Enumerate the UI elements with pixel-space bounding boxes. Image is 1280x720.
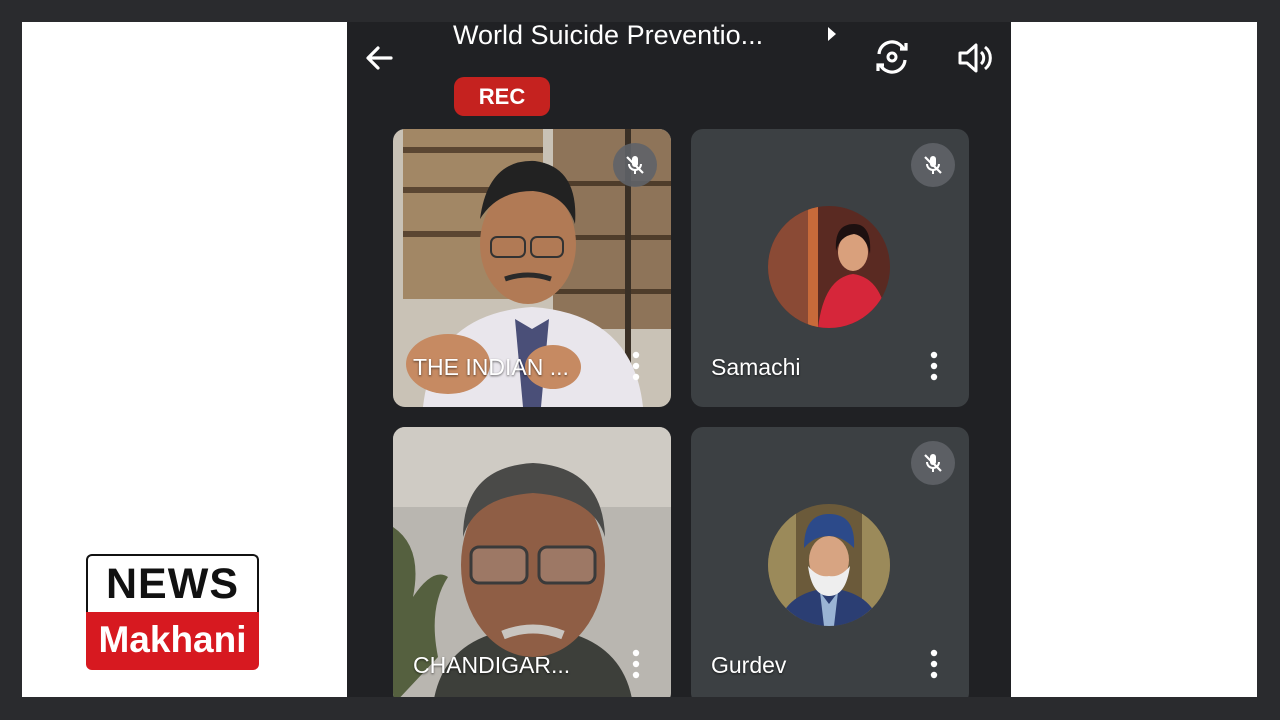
avatar bbox=[768, 206, 890, 328]
right-white-margin bbox=[1011, 22, 1257, 697]
participant-tile-1[interactable]: THE INDIAN ... bbox=[393, 129, 671, 407]
avatar bbox=[768, 504, 890, 626]
mic-off-icon bbox=[924, 454, 942, 472]
mic-off-indicator bbox=[613, 143, 657, 187]
mic-off-icon bbox=[924, 156, 942, 174]
participant-tile-4[interactable]: Gurdev bbox=[691, 427, 969, 697]
meeting-title[interactable]: World Suicide Preventio... bbox=[453, 22, 813, 49]
more-vert-icon[interactable] bbox=[629, 647, 643, 681]
recording-badge: REC bbox=[454, 77, 550, 116]
logo-line-2: Makhani bbox=[86, 612, 259, 670]
news-makhani-logo: NEWS Makhani bbox=[86, 554, 259, 670]
more-vert-icon[interactable] bbox=[927, 349, 941, 383]
more-vert-icon[interactable] bbox=[629, 349, 643, 383]
participant-name: Samachi bbox=[711, 354, 801, 380]
back-arrow-icon[interactable] bbox=[361, 40, 397, 76]
meet-call-screen: World Suicide Preventio... REC THE INDIA… bbox=[347, 22, 1011, 697]
chevron-right-icon[interactable] bbox=[825, 24, 839, 44]
mic-off-indicator bbox=[911, 143, 955, 187]
more-vert-icon[interactable] bbox=[927, 647, 941, 681]
switch-camera-icon[interactable] bbox=[871, 36, 913, 78]
participant-tile-2[interactable]: Samachi bbox=[691, 129, 969, 407]
mic-off-icon bbox=[626, 156, 644, 174]
participant-name: CHANDIGAR... bbox=[413, 652, 571, 678]
participant-name: Gurdev bbox=[711, 652, 787, 678]
participant-name: THE INDIAN ... bbox=[413, 354, 569, 380]
mic-off-indicator bbox=[911, 441, 955, 485]
participant-tile-3[interactable]: CHANDIGAR... bbox=[393, 427, 671, 697]
logo-line-1: NEWS bbox=[86, 554, 259, 612]
speaker-icon[interactable] bbox=[955, 38, 995, 78]
